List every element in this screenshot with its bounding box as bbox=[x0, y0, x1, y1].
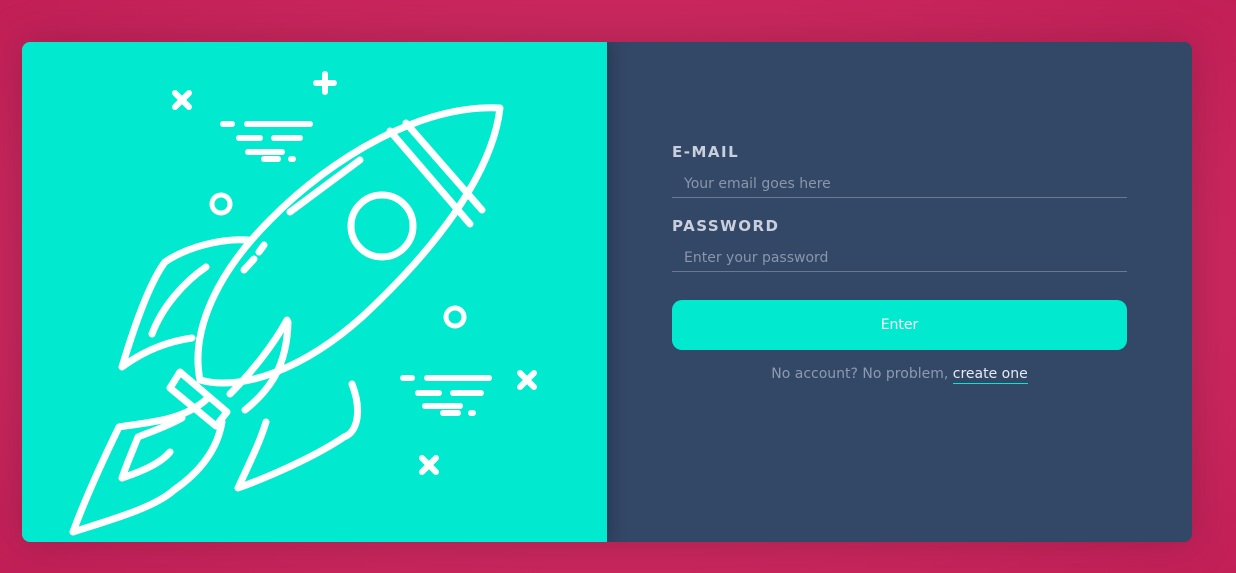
sparkle-cross-icon bbox=[172, 90, 192, 110]
login-card: E-MAIL PASSWORD Enter No account? No pro… bbox=[22, 42, 1192, 542]
signup-prompt: No account? No problem, create one bbox=[672, 366, 1127, 384]
ring-icon bbox=[443, 305, 467, 329]
speed-lines-icon bbox=[220, 121, 313, 162]
enter-button[interactable]: Enter bbox=[672, 300, 1127, 350]
email-input[interactable] bbox=[672, 170, 1127, 198]
login-form-panel: E-MAIL PASSWORD Enter No account? No pro… bbox=[607, 42, 1192, 542]
sparkle-plus-icon bbox=[313, 71, 337, 95]
rocket-icon bbox=[69, 71, 537, 536]
password-input[interactable] bbox=[672, 244, 1127, 272]
sparkle-cross-icon bbox=[419, 455, 439, 475]
ring-icon bbox=[209, 192, 233, 216]
signup-prompt-text: No account? No problem, bbox=[771, 366, 949, 382]
email-label: E-MAIL bbox=[672, 143, 740, 161]
speed-lines-icon bbox=[400, 375, 492, 416]
illustration-panel bbox=[22, 42, 607, 542]
password-label: PASSWORD bbox=[672, 217, 780, 235]
sparkle-cross-icon bbox=[517, 370, 537, 390]
create-account-link[interactable]: create one bbox=[952, 366, 1028, 384]
